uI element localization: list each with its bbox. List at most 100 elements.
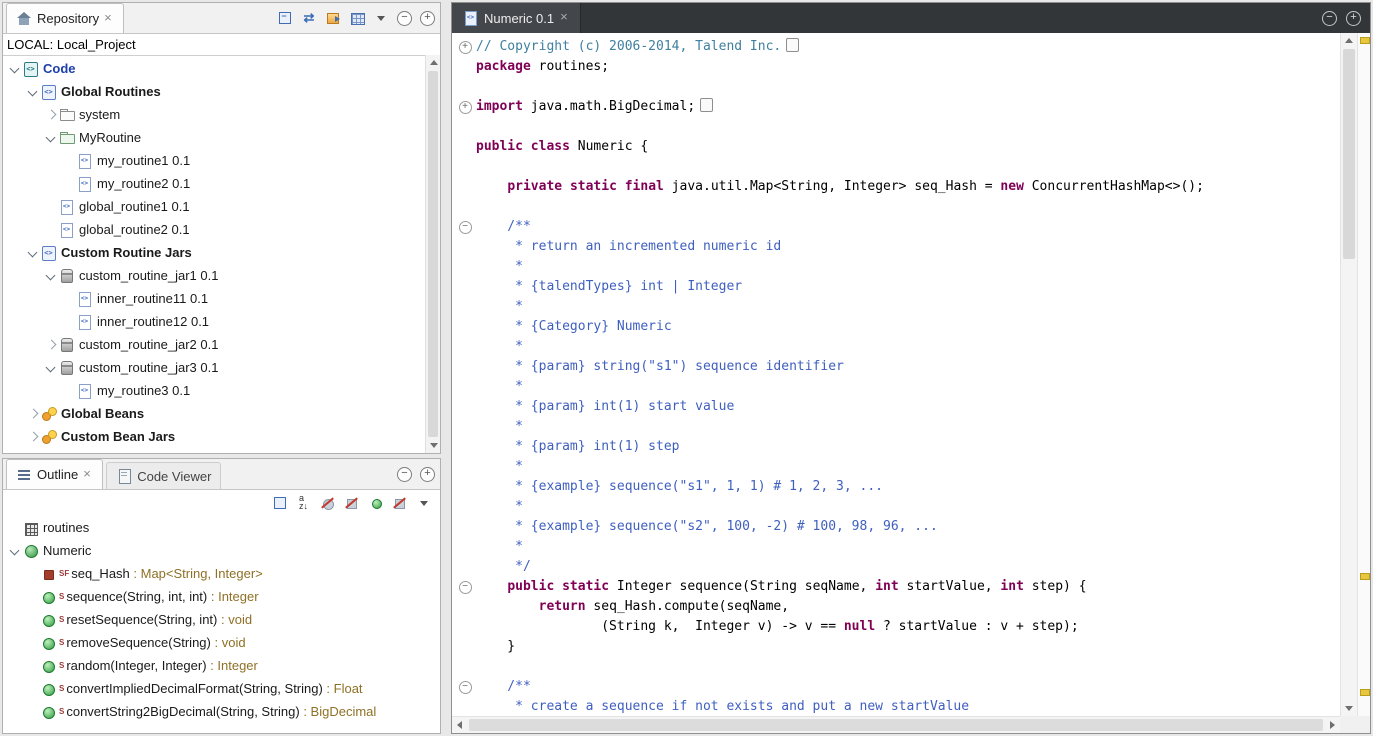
tree-item[interactable]: custom_routine_jar1 0.1 xyxy=(3,264,425,287)
scroll-up-icon[interactable] xyxy=(426,55,441,70)
code-line[interactable]: * {Category} Numeric xyxy=(454,317,1338,337)
minimize-icon[interactable]: − xyxy=(397,11,412,26)
fold-expand-icon[interactable]: + xyxy=(459,101,472,114)
code-line[interactable]: − /** xyxy=(454,677,1338,697)
collapse-twistie-icon[interactable] xyxy=(7,543,23,559)
fold-collapse-icon[interactable]: − xyxy=(459,221,472,234)
outline-item[interactable]: SremoveSequence(String) : void xyxy=(3,631,440,654)
refresh-icon[interactable]: ⇄ xyxy=(301,10,317,26)
code-line[interactable]: * {param} int(1) step xyxy=(454,437,1338,457)
import-icon[interactable] xyxy=(325,10,341,26)
fold-collapse-icon[interactable]: − xyxy=(459,581,472,594)
fold-collapse-icon[interactable]: − xyxy=(459,681,472,694)
fold-expand-icon[interactable]: + xyxy=(459,41,472,54)
hide-local-types-icon[interactable] xyxy=(392,495,408,511)
code-line[interactable]: } xyxy=(454,637,1338,657)
code-line[interactable] xyxy=(454,657,1338,677)
scroll-left-icon[interactable] xyxy=(452,717,468,734)
code-line[interactable] xyxy=(454,77,1338,97)
code-line[interactable]: +// Copyright (c) 2006-2014, Talend Inc. xyxy=(454,37,1338,57)
code-line[interactable]: * xyxy=(454,257,1338,277)
maximize-icon[interactable]: + xyxy=(420,467,435,482)
close-tab-icon[interactable] xyxy=(104,13,114,25)
outline-item[interactable]: routines xyxy=(3,516,440,539)
scrollbar-thumb[interactable] xyxy=(1343,49,1355,259)
editor-vertical-scrollbar[interactable] xyxy=(1340,33,1357,716)
tree-item[interactable]: custom_routine_jar3 0.1 xyxy=(3,356,425,379)
code-line[interactable]: * {example} sequence("s1", 1, 1) # 1, 2,… xyxy=(454,477,1338,497)
sort-icon[interactable] xyxy=(296,495,312,511)
code-line[interactable]: * {talendTypes} int | Integer xyxy=(454,277,1338,297)
scroll-down-icon[interactable] xyxy=(1341,701,1358,716)
code-line[interactable]: private static final java.util.Map<Strin… xyxy=(454,177,1338,197)
outline-item[interactable]: Srandom(Integer, Integer) : Integer xyxy=(3,654,440,677)
maximize-icon[interactable]: + xyxy=(420,11,435,26)
code-line[interactable]: * xyxy=(454,337,1338,357)
export-icon[interactable] xyxy=(349,10,365,26)
code-line[interactable]: * xyxy=(454,537,1338,557)
tree-item[interactable]: global_routine1 0.1 xyxy=(3,195,425,218)
close-tab-icon[interactable] xyxy=(83,469,93,481)
scrollbar-thumb[interactable] xyxy=(428,71,438,437)
editor-body[interactable]: +// Copyright (c) 2006-2014, Talend Inc.… xyxy=(452,33,1370,733)
collapse-twistie-icon[interactable] xyxy=(7,61,23,77)
scrollbar-thumb[interactable] xyxy=(469,719,1323,731)
tree-item[interactable]: Global Beans xyxy=(3,402,425,425)
tree-item[interactable]: system xyxy=(3,103,425,126)
code-area[interactable]: +// Copyright (c) 2006-2014, Talend Inc.… xyxy=(454,37,1338,716)
tree-item[interactable]: Global Routines xyxy=(3,80,425,103)
outline-item[interactable]: Numeric xyxy=(3,539,440,562)
repository-scrollbar[interactable] xyxy=(425,55,440,453)
view-menu-icon[interactable] xyxy=(373,10,389,26)
collapse-twistie-icon[interactable] xyxy=(43,268,59,284)
tree-item[interactable]: my_routine2 0.1 xyxy=(3,172,425,195)
code-line[interactable]: * xyxy=(454,417,1338,437)
view-menu-icon[interactable] xyxy=(416,495,432,511)
collapsed-region-icon[interactable] xyxy=(786,38,799,52)
code-line[interactable]: − public static Integer sequence(String … xyxy=(454,577,1338,597)
tree-item[interactable]: Code xyxy=(3,57,425,80)
scroll-up-icon[interactable] xyxy=(1341,33,1358,48)
tree-item[interactable]: Custom Bean Jars xyxy=(3,425,425,448)
annotation-marker[interactable] xyxy=(1360,573,1370,580)
code-line[interactable]: (String k, Integer v) -> v == null ? sta… xyxy=(454,617,1338,637)
expand-twistie-icon[interactable] xyxy=(43,107,59,123)
collapsed-region-icon[interactable] xyxy=(700,98,713,112)
annotation-marker[interactable] xyxy=(1360,689,1370,696)
annotation-marker[interactable] xyxy=(1360,37,1370,44)
tab-numeric[interactable]: Numeric 0.1 xyxy=(452,3,581,33)
hide-fields-icon[interactable] xyxy=(320,495,336,511)
code-line[interactable] xyxy=(454,117,1338,137)
tree-item[interactable]: MyRoutine xyxy=(3,126,425,149)
code-line[interactable]: * {param} int(1) start value xyxy=(454,397,1338,417)
code-line[interactable]: * xyxy=(454,497,1338,517)
tree-item[interactable]: Custom Routine Jars xyxy=(3,241,425,264)
expand-twistie-icon[interactable] xyxy=(43,337,59,353)
collapse-all-icon[interactable] xyxy=(277,10,293,26)
tab-outline[interactable]: Outline xyxy=(6,459,103,489)
scroll-down-icon[interactable] xyxy=(426,438,441,453)
outline-item[interactable]: SresetSequence(String, int) : void xyxy=(3,608,440,631)
outline-item[interactable]: SFseq_Hash : Map<String, Integer> xyxy=(3,562,440,585)
tree-item[interactable]: my_routine1 0.1 xyxy=(3,149,425,172)
minimize-icon[interactable]: − xyxy=(1322,11,1337,26)
link-with-editor-icon[interactable] xyxy=(272,495,288,511)
tree-item[interactable]: inner_routine12 0.1 xyxy=(3,310,425,333)
collapse-twistie-icon[interactable] xyxy=(43,130,59,146)
code-line[interactable] xyxy=(454,197,1338,217)
outline-item[interactable]: Ssequence(String, int, int) : Integer xyxy=(3,585,440,608)
overview-ruler[interactable] xyxy=(1357,33,1370,716)
code-line[interactable]: * create a sequence if not exists and pu… xyxy=(454,697,1338,716)
tree-item[interactable]: inner_routine11 0.1 xyxy=(3,287,425,310)
hide-static-members-icon[interactable] xyxy=(344,495,360,511)
code-line[interactable]: * xyxy=(454,297,1338,317)
code-line[interactable]: * {example} sequence("s2", 100, -2) # 10… xyxy=(454,517,1338,537)
hide-non-public-icon[interactable] xyxy=(368,495,384,511)
collapse-twistie-icon[interactable] xyxy=(25,245,41,261)
code-line[interactable] xyxy=(454,157,1338,177)
tree-item[interactable]: my_routine3 0.1 xyxy=(3,379,425,402)
maximize-icon[interactable]: + xyxy=(1346,11,1361,26)
outline-item[interactable]: SconvertString2BigDecimal(String, String… xyxy=(3,700,440,723)
code-line[interactable]: return seq_Hash.compute(seqName, xyxy=(454,597,1338,617)
tree-item[interactable]: custom_routine_jar2 0.1 xyxy=(3,333,425,356)
